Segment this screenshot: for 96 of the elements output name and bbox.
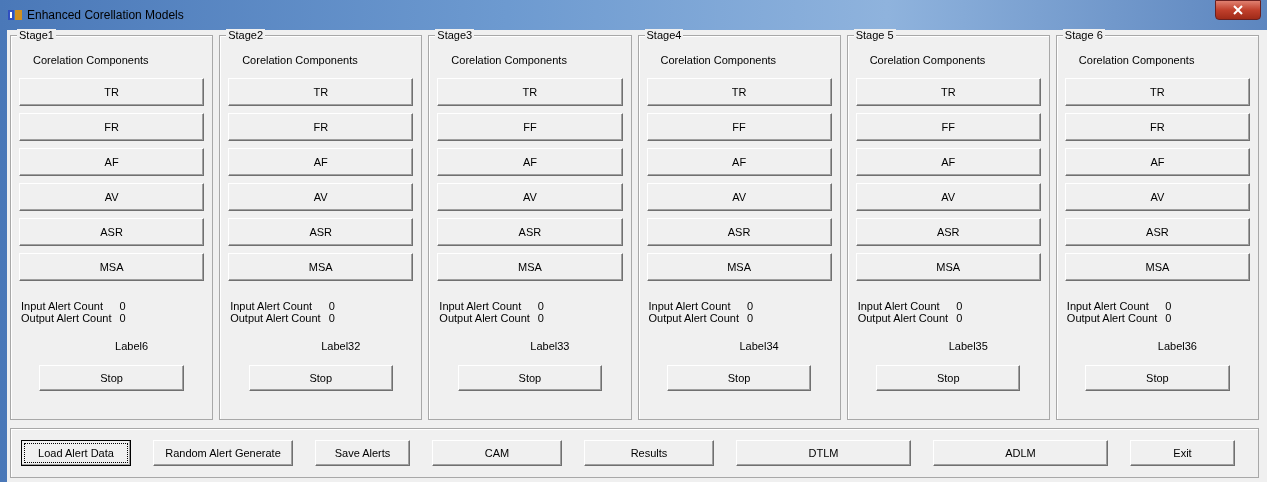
- toolbar-button[interactable]: Results: [584, 440, 714, 466]
- component-button[interactable]: TR: [228, 78, 414, 106]
- count-label: Input Alert Count: [439, 300, 523, 312]
- component-button[interactable]: AF: [1064, 148, 1250, 176]
- component-button[interactable]: AV: [437, 183, 623, 211]
- count-value: 0: [1165, 300, 1172, 312]
- status-label: Label36: [1156, 340, 1197, 352]
- count-label: Output Alert Count: [230, 312, 321, 324]
- group-title: Stage4: [644, 29, 684, 41]
- component-button[interactable]: AV: [19, 183, 205, 211]
- stop-button[interactable]: Stop: [666, 365, 812, 391]
- count-value: 0: [1165, 312, 1172, 324]
- count-value: 0: [747, 300, 754, 312]
- toolbar-button[interactable]: CAM: [432, 440, 562, 466]
- component-button[interactable]: TR: [437, 78, 623, 106]
- count-value: 0: [956, 312, 963, 324]
- count-value: 0: [537, 300, 544, 312]
- stop-button[interactable]: Stop: [1085, 365, 1230, 391]
- component-button[interactable]: AV: [855, 183, 1041, 211]
- component-button[interactable]: FF: [646, 113, 832, 141]
- count-value: 0: [119, 300, 126, 312]
- component-button[interactable]: MSA: [855, 253, 1041, 281]
- status-label: Label33: [529, 340, 570, 352]
- component-button[interactable]: TR: [19, 78, 205, 106]
- stop-button[interactable]: Stop: [39, 365, 184, 391]
- section-label: Corelation Components: [869, 54, 986, 66]
- component-button[interactable]: AF: [19, 148, 205, 176]
- component-button[interactable]: FR: [19, 113, 205, 141]
- window-title: Enhanced Corellation Models: [27, 8, 185, 22]
- section-label: Corelation Components: [1078, 54, 1195, 66]
- count-label: Input Alert Count: [21, 300, 104, 312]
- component-button[interactable]: ASR: [1064, 218, 1250, 246]
- status-label: Label35: [947, 340, 988, 352]
- component-button[interactable]: MSA: [646, 253, 832, 281]
- count-value: 0: [747, 312, 754, 324]
- count-label: Output Alert Count: [1066, 312, 1158, 324]
- toolbar-button[interactable]: DTLM: [736, 440, 911, 466]
- stop-button[interactable]: Stop: [248, 365, 393, 391]
- component-button[interactable]: MSA: [228, 253, 414, 281]
- toolbar-button[interactable]: ADLM: [933, 440, 1108, 466]
- component-button[interactable]: AF: [228, 148, 414, 176]
- close-button[interactable]: [1215, 0, 1261, 20]
- count-value: 0: [537, 312, 544, 324]
- component-button[interactable]: TR: [1064, 78, 1250, 106]
- component-button[interactable]: ASR: [855, 218, 1041, 246]
- section-label: Corelation Components: [242, 54, 358, 66]
- component-button[interactable]: ASR: [19, 218, 205, 246]
- group-title: Stage2: [226, 29, 266, 41]
- component-button[interactable]: AF: [437, 148, 623, 176]
- status-label: Label34: [738, 340, 779, 352]
- count-label: Output Alert Count: [21, 312, 112, 324]
- stop-button[interactable]: Stop: [876, 365, 1021, 391]
- count-value: 0: [328, 300, 335, 312]
- component-button[interactable]: AF: [646, 148, 832, 176]
- status-label: Label6: [114, 340, 149, 352]
- component-button[interactable]: TR: [855, 78, 1041, 106]
- count-label: Output Alert Count: [439, 312, 530, 324]
- app-icon: [8, 9, 22, 21]
- status-label: Label32: [320, 340, 361, 352]
- component-button[interactable]: AF: [855, 148, 1041, 176]
- group-title: Stage 5: [853, 29, 896, 41]
- component-button[interactable]: AV: [228, 183, 414, 211]
- component-button[interactable]: AV: [646, 183, 832, 211]
- count-label: Input Alert Count: [230, 300, 314, 312]
- component-button[interactable]: MSA: [19, 253, 205, 281]
- close-icon: [1233, 5, 1243, 15]
- toolbar-button[interactable]: Exit: [1130, 440, 1235, 466]
- toolbar-button[interactable]: Random Alert Generate: [153, 440, 293, 466]
- component-button[interactable]: FF: [855, 113, 1041, 141]
- component-button[interactable]: ASR: [228, 218, 414, 246]
- toolbar-button[interactable]: Save Alerts: [315, 440, 410, 466]
- section-label: Corelation Components: [660, 54, 777, 66]
- component-button[interactable]: MSA: [1064, 253, 1250, 281]
- toolbar-button[interactable]: Load Alert Data: [21, 440, 131, 466]
- component-button[interactable]: MSA: [437, 253, 623, 281]
- count-value: 0: [956, 300, 963, 312]
- component-button[interactable]: FF: [437, 113, 623, 141]
- count-label: Output Alert Count: [857, 312, 949, 324]
- stop-button[interactable]: Stop: [457, 365, 603, 391]
- section-label: Corelation Components: [33, 54, 149, 66]
- component-button[interactable]: TR: [646, 78, 832, 106]
- component-button[interactable]: ASR: [437, 218, 623, 246]
- count-label: Output Alert Count: [648, 312, 739, 324]
- count-value: 0: [328, 312, 335, 324]
- count-value: 0: [119, 312, 126, 324]
- section-label: Corelation Components: [451, 54, 567, 66]
- component-button[interactable]: AV: [1064, 183, 1250, 211]
- count-label: Input Alert Count: [648, 300, 732, 312]
- group-title: Stage 6: [1062, 29, 1105, 41]
- count-label: Input Alert Count: [1066, 300, 1150, 312]
- count-label: Input Alert Count: [857, 300, 941, 312]
- component-button[interactable]: FR: [1064, 113, 1250, 141]
- group-title: Stage1: [17, 29, 56, 41]
- group-title: Stage3: [435, 29, 475, 41]
- component-button[interactable]: ASR: [646, 218, 832, 246]
- component-button[interactable]: FR: [228, 113, 414, 141]
